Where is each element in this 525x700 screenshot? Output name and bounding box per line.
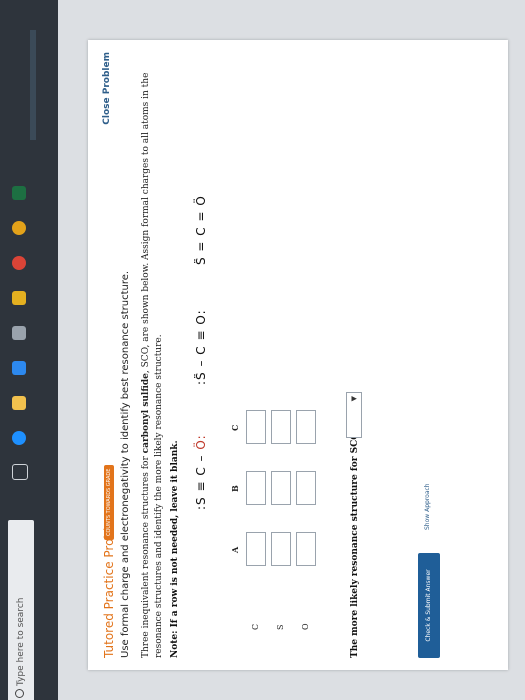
input-b-o[interactable]	[296, 471, 316, 505]
browser-top-bar	[30, 30, 36, 140]
column-label-b: B	[230, 485, 240, 492]
input-b-c[interactable]	[246, 471, 266, 505]
taskbar-search-input[interactable]: Type here to search	[8, 520, 34, 700]
structure-c-oxygen: Ö	[194, 195, 208, 206]
grade-badge: COUNTS TOWARDS GRADE	[104, 464, 114, 540]
task-view-icon[interactable]	[12, 464, 28, 480]
structure-b: :S̈ – C ≡ O:	[194, 309, 208, 385]
problem-page: Tutored Practice Problem 6.3.3 COUNTS TO…	[88, 40, 508, 670]
problem-intro: Three inequivalent resonance structures …	[140, 58, 166, 658]
row-label-s: S	[276, 624, 285, 630]
row-label-o: O	[301, 623, 310, 630]
check-submit-button[interactable]: Check & Submit Answer	[418, 553, 440, 658]
chrome-canary-icon[interactable]	[12, 221, 26, 235]
structure-a-oxygen: Ö:	[194, 434, 208, 450]
structure-a-left: :S ≡ C –	[194, 449, 208, 510]
structure-b-left: :S̈ – C ≡ O:	[194, 309, 208, 385]
input-c-c[interactable]	[246, 410, 266, 444]
mail-icon[interactable]	[12, 326, 26, 340]
store-icon[interactable]	[12, 361, 26, 375]
close-problem-link[interactable]: Close Problem	[102, 52, 112, 125]
chevron-down-icon: ▼	[350, 396, 358, 402]
intro-text-bold: carbonyl sulfide	[141, 373, 151, 454]
input-b-s[interactable]	[271, 471, 291, 505]
file-explorer-icon[interactable]	[12, 396, 26, 410]
row-label-c: C	[251, 623, 260, 630]
input-c-s[interactable]	[271, 410, 291, 444]
input-a-o[interactable]	[296, 532, 316, 566]
show-approach-link[interactable]: Show Approach	[424, 483, 431, 530]
search-placeholder: Type here to search	[16, 597, 26, 686]
input-c-o[interactable]	[296, 410, 316, 444]
input-a-s[interactable]	[271, 532, 291, 566]
intro-text-pre: Three inequivalent resonance structures …	[141, 453, 151, 658]
search-icon	[15, 689, 24, 698]
taskbar: Type here to search	[0, 0, 58, 700]
excel-icon[interactable]	[12, 186, 26, 200]
problem-note: Note: If a row is not needed, leave it b…	[170, 440, 180, 658]
input-a-c[interactable]	[246, 532, 266, 566]
likely-structure-select[interactable]: ▼	[346, 392, 362, 438]
chrome-icon[interactable]	[12, 256, 26, 270]
column-label-c: C	[230, 424, 240, 431]
problem-subtitle: Use formal charge and electronegativity …	[120, 270, 131, 658]
column-label-a: A	[230, 546, 240, 553]
structure-c: S̈ = C = Ö	[194, 195, 208, 265]
edge-icon[interactable]	[12, 431, 26, 445]
structure-a: :S ≡ C – Ö:	[194, 434, 208, 510]
structure-c-left: S̈ = C =	[194, 205, 208, 265]
likely-structure-label: The more likely resonance structure for …	[350, 420, 360, 658]
apps-icon[interactable]	[12, 291, 26, 305]
